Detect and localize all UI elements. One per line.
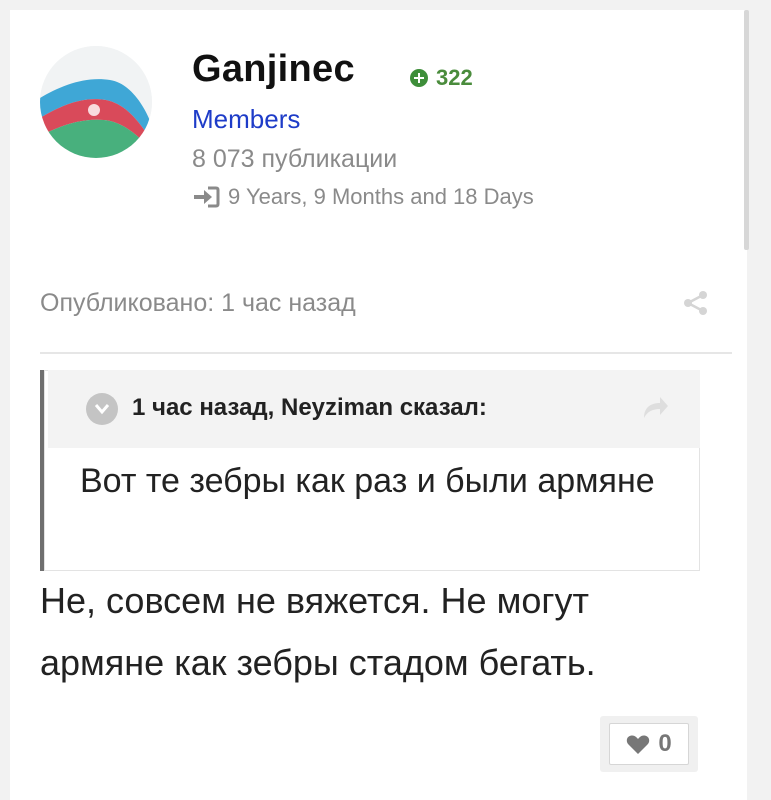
like-button[interactable]: 0 [609, 723, 689, 765]
reputation-badge: 322 [410, 65, 473, 91]
go-to-quote-icon[interactable] [640, 394, 670, 420]
quote-block: 1 час назад, Neyziman сказал: Вот те зеб… [40, 370, 700, 571]
scrollbar[interactable] [744, 10, 749, 250]
quote-header: 1 час назад, Neyziman сказал: [48, 370, 700, 448]
quote-text: Вот те зебры как раз и были армяне [80, 462, 655, 500]
azerbaijan-flag-icon [40, 46, 152, 158]
sign-in-icon [194, 186, 220, 208]
author-name[interactable]: Ganjinec [192, 48, 355, 91]
reaction-count: 0 [658, 730, 672, 757]
post-count: 8 073 публикации [192, 145, 398, 173]
post-body: Не, совсем не вяжется. Не могут армяне к… [40, 580, 596, 683]
reaction-area: 0 [600, 716, 698, 772]
member-group[interactable]: Members [192, 104, 300, 135]
avatar[interactable] [40, 46, 152, 158]
membership-text: 9 Years, 9 Months and 18 Days [228, 184, 534, 209]
share-icon[interactable] [683, 290, 709, 316]
membership-duration: 9 Years, 9 Months and 18 Days [192, 184, 534, 210]
post-date[interactable]: Опубликовано: 1 час назад [40, 289, 356, 318]
heart-icon [627, 734, 650, 754]
plus-circle-icon [410, 69, 428, 87]
divider [40, 352, 732, 354]
chevron-down-icon[interactable] [86, 393, 118, 425]
reputation-count: 322 [436, 65, 473, 90]
quote-citation[interactable]: 1 час назад, Neyziman сказал: [132, 394, 487, 422]
